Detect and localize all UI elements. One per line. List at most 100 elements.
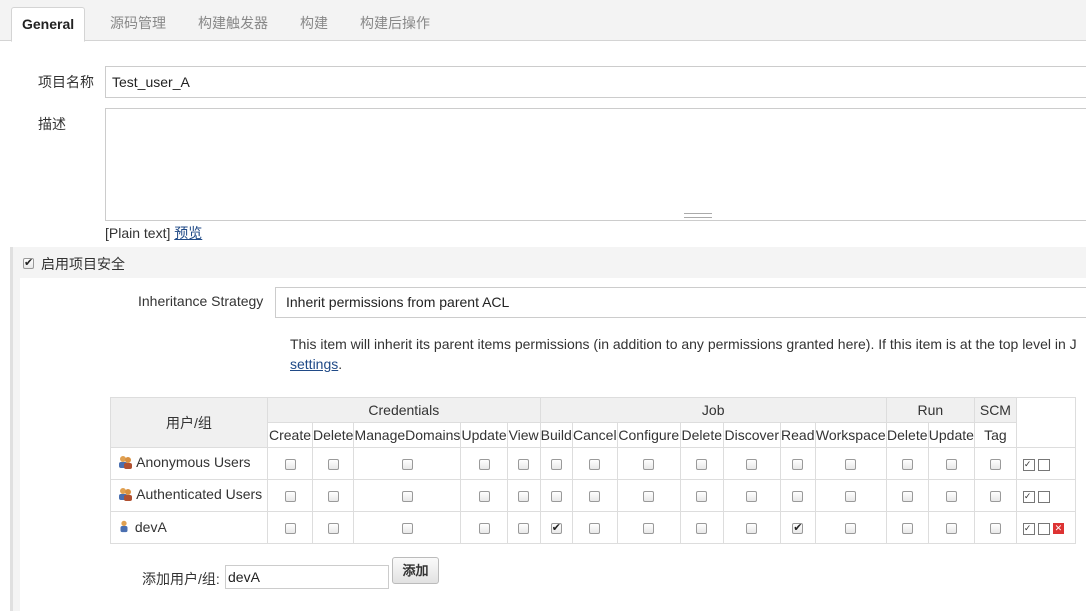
permission-checkbox[interactable]	[696, 459, 708, 471]
permission-cell	[973, 511, 1017, 544]
permission-checkbox[interactable]	[284, 491, 296, 503]
permission-checkbox[interactable]	[478, 459, 490, 471]
group-header-job: Job	[539, 397, 887, 423]
permission-checkbox[interactable]	[845, 491, 857, 503]
select-all-icon[interactable]: ✓	[1022, 490, 1035, 503]
permission-checkbox[interactable]	[901, 459, 913, 471]
description-textarea[interactable]	[105, 108, 1086, 221]
permission-cell	[927, 479, 975, 512]
permission-checkbox[interactable]	[589, 523, 601, 535]
permission-checkbox[interactable]	[550, 459, 562, 471]
add-user-button[interactable]: 添加	[392, 557, 439, 584]
preview-link[interactable]: 预览	[174, 225, 202, 241]
permission-checkbox[interactable]	[989, 523, 1001, 535]
tab-build[interactable]: 构建	[290, 7, 338, 40]
permission-checkbox[interactable]	[696, 491, 708, 503]
permission-checkbox[interactable]	[792, 521, 804, 535]
tab-general[interactable]: General	[11, 7, 86, 42]
permission-checkbox[interactable]	[945, 459, 957, 471]
permission-checkbox[interactable]	[518, 459, 530, 471]
permission-cell	[311, 479, 355, 512]
permission-checkbox[interactable]	[589, 459, 601, 471]
permission-cell	[927, 511, 975, 544]
permission-checkbox[interactable]	[327, 459, 339, 471]
permission-checkbox[interactable]	[518, 491, 530, 503]
permission-cell	[311, 511, 355, 544]
permission-cell	[616, 479, 681, 512]
tab-build-triggers[interactable]: 构建触发器	[188, 7, 278, 40]
enable-security-label: 启用项目安全	[41, 256, 125, 272]
permission-checkbox[interactable]	[643, 523, 655, 535]
permission-cell	[353, 447, 462, 480]
tab-post-build[interactable]: 构建后操作	[350, 7, 440, 40]
permission-checkbox[interactable]	[792, 459, 804, 471]
unselect-all-icon[interactable]	[1037, 458, 1050, 471]
perm-header-workspace: Workspace	[814, 422, 887, 448]
permission-checkbox[interactable]	[550, 491, 562, 503]
permission-checkbox[interactable]	[746, 459, 758, 471]
permission-checkbox[interactable]	[401, 459, 413, 471]
permission-checkbox[interactable]	[401, 523, 413, 535]
permission-checkbox[interactable]	[696, 523, 708, 535]
permission-checkbox[interactable]	[845, 459, 857, 471]
row-actions: ✓	[1015, 479, 1076, 512]
permission-cell	[814, 479, 887, 512]
permission-checkbox[interactable]	[589, 491, 601, 503]
select-all-icon[interactable]: ✓	[1022, 458, 1035, 471]
permission-cell	[973, 447, 1017, 480]
select-all-icon[interactable]: ✓	[1022, 522, 1035, 535]
permission-checkbox[interactable]	[643, 459, 655, 471]
permission-checkbox[interactable]	[746, 523, 758, 535]
resize-handle[interactable]	[684, 213, 712, 218]
permission-checkbox[interactable]	[327, 523, 339, 535]
add-user-input[interactable]: devA	[225, 565, 389, 589]
permission-cell	[571, 511, 618, 544]
perm-header-delete: Delete	[679, 422, 724, 448]
perm-header-create: Create	[267, 422, 313, 448]
permission-cell	[927, 447, 975, 480]
permission-cell	[679, 447, 724, 480]
permission-checkbox[interactable]	[945, 523, 957, 535]
permission-checkbox[interactable]	[989, 459, 1001, 471]
permission-checkbox[interactable]	[845, 523, 857, 535]
permission-checkbox[interactable]	[518, 523, 530, 535]
permission-checkbox[interactable]	[327, 491, 339, 503]
unselect-all-icon[interactable]	[1037, 490, 1050, 503]
permission-checkbox[interactable]	[901, 523, 913, 535]
permission-checkbox[interactable]	[478, 491, 490, 503]
row-actions: ✓ ✕	[1015, 511, 1076, 544]
permission-checkbox[interactable]	[901, 491, 913, 503]
enable-security-checkbox[interactable]	[23, 254, 34, 270]
permission-checkbox[interactable]	[478, 523, 490, 535]
permission-cell	[460, 511, 508, 544]
permission-row-label: devA	[131, 518, 167, 535]
permission-checkbox[interactable]	[989, 491, 1001, 503]
permission-cell	[722, 511, 781, 544]
permission-cell	[722, 479, 781, 512]
remove-icon[interactable]: ✕	[1052, 523, 1064, 535]
permission-checkbox[interactable]	[284, 523, 296, 535]
permission-row: Authenticated Users ✓	[110, 479, 1076, 512]
permission-checkbox[interactable]	[550, 521, 562, 535]
permission-cell	[885, 447, 929, 480]
group-header-scm: SCM	[973, 397, 1017, 423]
permission-cell	[814, 511, 887, 544]
permission-checkbox[interactable]	[746, 491, 758, 503]
perm-header-configure: Configure	[616, 422, 681, 448]
permission-checkbox[interactable]	[792, 491, 804, 503]
permission-checkbox[interactable]	[401, 491, 413, 503]
permission-checkbox[interactable]	[284, 459, 296, 471]
permission-checkbox[interactable]	[945, 491, 957, 503]
permission-cell	[885, 511, 929, 544]
user-icon	[117, 519, 131, 536]
inheritance-select[interactable]: Inherit permissions from parent ACL	[275, 287, 1086, 318]
settings-link[interactable]: settings	[290, 356, 338, 372]
project-name-input[interactable]: Test_user_A	[105, 66, 1086, 98]
permission-cell	[814, 447, 887, 480]
permission-cell	[539, 511, 573, 544]
tab-scm[interactable]: 源码管理	[100, 7, 176, 40]
permission-row-name: Anonymous Users	[110, 447, 268, 480]
permission-cell	[616, 511, 681, 544]
permission-checkbox[interactable]	[643, 491, 655, 503]
unselect-all-icon[interactable]	[1037, 522, 1050, 535]
